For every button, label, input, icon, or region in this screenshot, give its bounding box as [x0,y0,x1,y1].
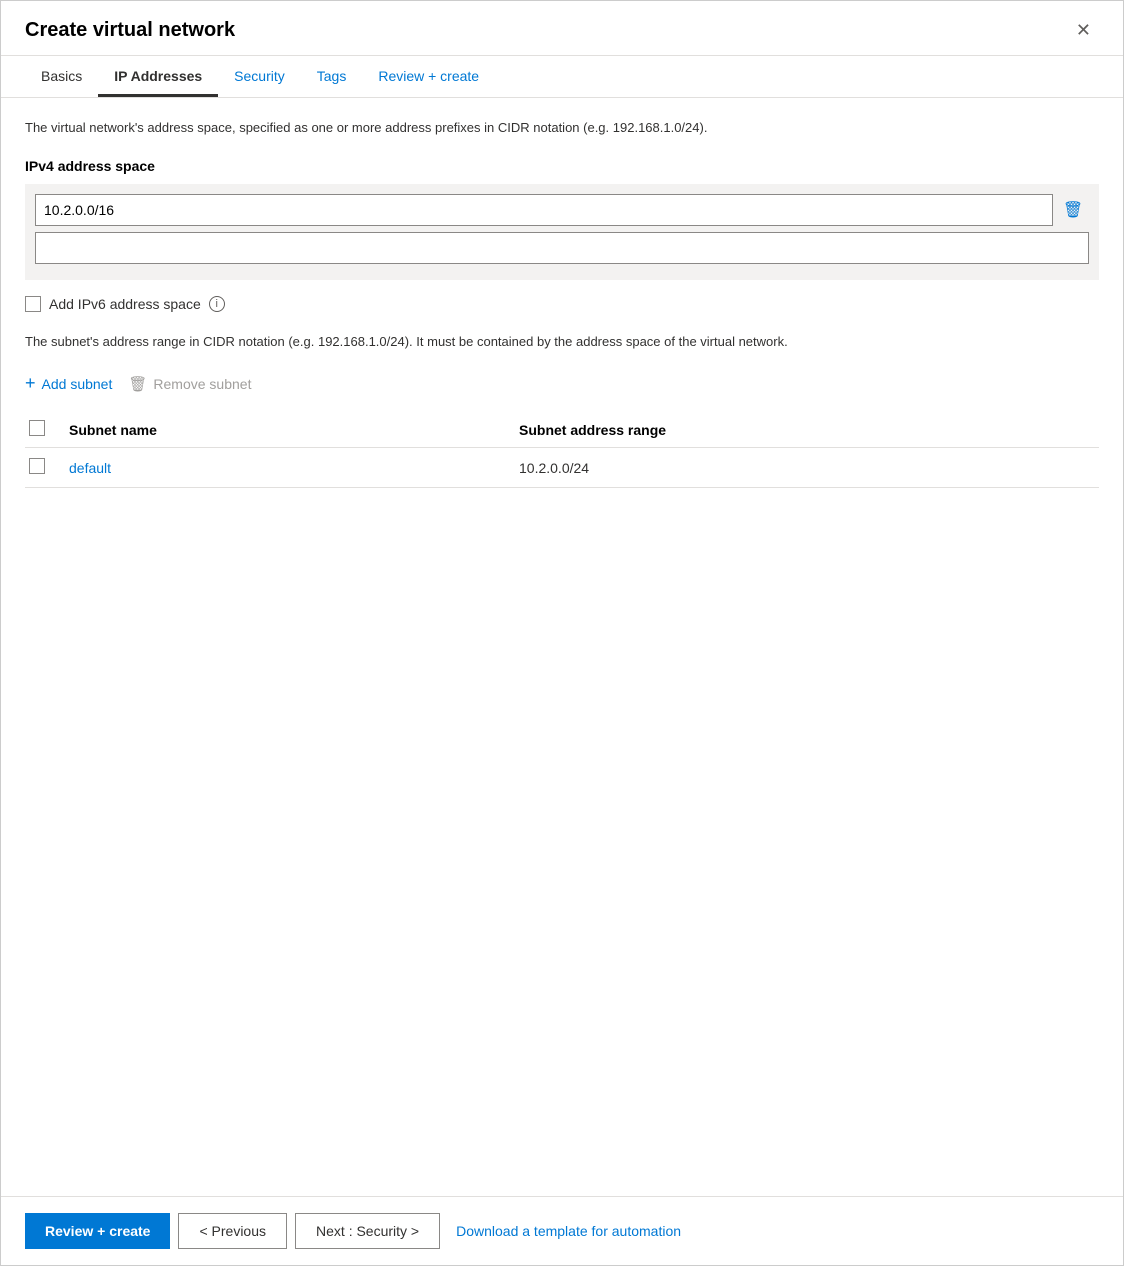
row-checkbox[interactable] [29,458,45,474]
ipv4-container: 🗑 [25,184,1099,280]
delete-ipv4-button[interactable]: 🗑 [1057,194,1089,226]
address-space-description: The virtual network's address space, spe… [25,118,1099,138]
dialog-header: Create virtual network ✕ [1,1,1123,56]
subnet-actions: + Add subnet 🗑 Remove subnet [25,367,1099,400]
add-subnet-button[interactable]: + Add subnet [25,367,112,400]
ipv4-empty-row [35,232,1089,264]
create-virtual-network-dialog: Create virtual network ✕ Basics IP Addre… [0,0,1124,1266]
table-row: default 10.2.0.0/24 [25,448,1099,488]
ipv6-checkbox-label: Add IPv6 address space [49,296,201,312]
previous-button[interactable]: < Previous [178,1213,287,1249]
dialog-title: Create virtual network [25,19,235,42]
remove-subnet-label: Remove subnet [153,376,251,392]
download-template-link[interactable]: Download a template for automation [456,1223,681,1239]
next-security-button[interactable]: Next : Security > [295,1213,440,1249]
tab-basics[interactable]: Basics [25,56,98,97]
subnet-table: Subnet name Subnet address range default… [25,412,1099,488]
trash-icon: 🗑 [1063,200,1083,220]
tab-review-create[interactable]: Review + create [362,56,495,97]
ipv4-label: IPv4 address space [25,158,1099,174]
main-content: The virtual network's address space, spe… [1,98,1123,1196]
ipv6-info-icon[interactable]: i [209,296,225,312]
plus-icon: + [25,373,36,394]
tab-ip-addresses[interactable]: IP Addresses [98,56,218,97]
remove-subnet-button[interactable]: 🗑 Remove subnet [112,369,267,399]
subnet-name-link[interactable]: default [69,460,111,476]
subnet-description: The subnet's address range in CIDR notat… [25,332,1099,352]
table-header-row: Subnet name Subnet address range [25,412,1099,448]
ipv6-checkbox-row: Add IPv6 address space i [25,296,1099,312]
review-create-button[interactable]: Review + create [25,1213,170,1249]
table-col-subnet-range: Subnet address range [515,412,1099,448]
select-all-checkbox[interactable] [29,420,45,436]
tab-bar: Basics IP Addresses Security Tags Review… [1,56,1123,98]
close-button[interactable]: ✕ [1068,17,1099,43]
ipv6-checkbox[interactable] [25,296,41,312]
ipv4-address-input-empty[interactable] [35,232,1089,264]
row-subnet-range: 10.2.0.0/24 [515,448,1099,488]
table-header-checkbox [25,412,65,448]
row-checkbox-cell [25,448,65,488]
tab-security[interactable]: Security [218,56,301,97]
add-subnet-label: Add subnet [42,376,113,392]
tab-tags[interactable]: Tags [301,56,363,97]
remove-trash-icon: 🗑 [128,375,147,393]
dialog-footer: Review + create < Previous Next : Securi… [1,1196,1123,1265]
table-col-subnet-name: Subnet name [65,412,515,448]
ipv4-address-input[interactable] [35,194,1053,226]
row-subnet-name: default [65,448,515,488]
ipv4-input-row: 🗑 [35,194,1089,226]
